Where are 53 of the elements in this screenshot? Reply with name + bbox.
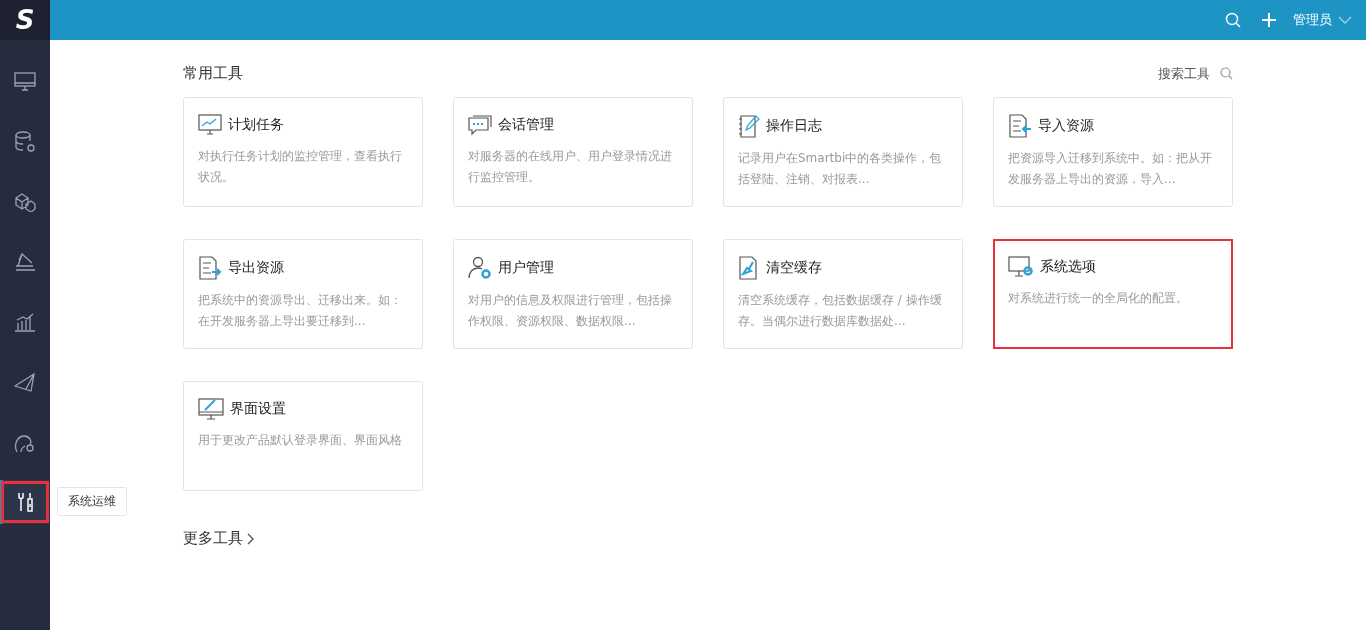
database-gear-icon <box>14 131 36 153</box>
tool-card[interactable]: 清空缓存 清空系统缓存，包括数据缓存 / 操作缓存。当偶尔进行数据库数据处... <box>723 239 963 349</box>
caret-icon[interactable] <box>1338 16 1352 24</box>
document-arrow-icon <box>198 256 222 280</box>
tool-card[interactable]: 系统选项 对系统进行统一的全局化的配置。 <box>993 239 1233 349</box>
tool-card[interactable]: 导入资源 把资源导入迁移到系统中。如：把从开发服务器上导出的资源，导入... <box>993 97 1233 207</box>
tool-card[interactable]: 界面设置 用于更改产品默认登录界面、界面风格 <box>183 381 423 491</box>
card-description: 把资源导入迁移到系统中。如：把从开发服务器上导出的资源，导入... <box>1008 150 1213 188</box>
card-description: 对用户的信息及权限进行管理，包括操作权限、资源权限、数据权限... <box>468 292 673 330</box>
monitor-icon <box>14 72 36 92</box>
search-tools-link[interactable]: 搜索工具 <box>1158 64 1210 83</box>
ramp-icon <box>14 252 36 272</box>
tool-card[interactable]: 会话管理 对服务器的在线用户、用户登录情况进行监控管理。 <box>453 97 693 207</box>
user-gear-icon <box>468 256 492 280</box>
document-brush-icon <box>738 256 760 280</box>
sidebar-item[interactable] <box>0 480 50 524</box>
card-description: 对系统进行统一的全局化的配置。 <box>1008 290 1189 307</box>
card-title: 导出资源 <box>228 259 284 277</box>
chevron-right-icon[interactable] <box>247 532 255 545</box>
card-description: 用于更改产品默认登录界面、界面风格 <box>198 432 403 449</box>
chat-icon <box>468 114 492 136</box>
cubes-icon <box>14 192 36 212</box>
card-title: 系统选项 <box>1040 258 1096 276</box>
plus-icon[interactable] <box>1261 12 1277 28</box>
search-icon[interactable] <box>1225 12 1241 28</box>
tool-card[interactable]: 计划任务 对执行任务计划的监控管理，查看执行状况。 <box>183 97 423 207</box>
notebook-pencil-icon <box>738 114 760 138</box>
tooltip: 系统运维 <box>57 487 127 516</box>
card-description: 记录用户在Smartbi中的各类操作，包括登陆、注销、对报表... <box>738 150 943 188</box>
card-title: 会话管理 <box>498 116 554 134</box>
search-icon[interactable] <box>1220 67 1233 80</box>
tool-card[interactable]: 操作日志 记录用户在Smartbi中的各类操作，包括登陆、注销、对报表... <box>723 97 963 207</box>
monitor-brush-icon <box>198 398 224 420</box>
card-title: 用户管理 <box>498 259 554 277</box>
card-title: 界面设置 <box>230 400 286 418</box>
paper-plane-icon <box>14 372 36 392</box>
logo[interactable]: S <box>0 0 50 40</box>
card-title: 导入资源 <box>1038 117 1094 135</box>
document-arrow-icon <box>1008 114 1032 138</box>
card-description: 对服务器的在线用户、用户登录情况进行监控管理。 <box>468 148 673 186</box>
card-description: 清空系统缓存，包括数据缓存 / 操作缓存。当偶尔进行数据库数据处... <box>738 292 943 330</box>
monitor-chart-icon <box>198 114 222 136</box>
card-title: 清空缓存 <box>766 259 822 277</box>
card-title: 计划任务 <box>228 116 284 134</box>
monitor-gear-icon <box>1008 256 1034 278</box>
card-description: 对执行任务计划的监控管理，查看执行状况。 <box>198 148 403 186</box>
tool-card[interactable]: 导出资源 把系统中的资源导出、迁移出来。如：在开发服务器上导出要迁移到... <box>183 239 423 349</box>
section-title: 常用工具 <box>183 64 244 83</box>
more-tools-link[interactable]: 更多工具 <box>183 529 243 548</box>
card-description: 把系统中的资源导出、迁移出来。如：在开发服务器上导出要迁移到... <box>198 292 403 330</box>
bar-chart-icon <box>14 312 36 332</box>
tool-card[interactable]: 用户管理 对用户的信息及权限进行管理，包括操作权限、资源权限、数据权限... <box>453 239 693 349</box>
card-title: 操作日志 <box>766 117 822 135</box>
